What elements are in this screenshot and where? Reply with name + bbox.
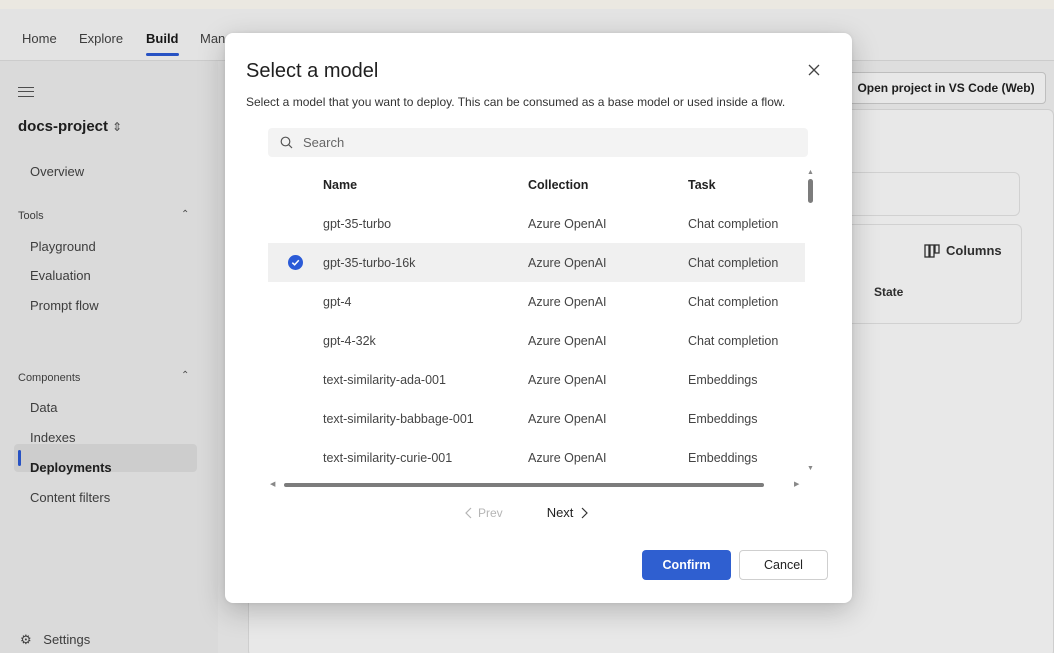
search-box[interactable]	[268, 128, 808, 157]
close-icon	[808, 64, 820, 76]
table-row[interactable]: text-similarity-curie-001 Azure OpenAI E…	[268, 438, 805, 477]
model-name: gpt-35-turbo	[323, 216, 392, 231]
model-name: text-similarity-babbage-001	[323, 411, 474, 426]
pagination: Prev Next	[465, 505, 589, 520]
column-header-name[interactable]: Name	[323, 178, 528, 192]
scroll-up-arrow-icon[interactable]: ▲	[807, 169, 814, 176]
table-row[interactable]: text-similarity-ada-001 Azure OpenAI Emb…	[268, 360, 805, 399]
close-button[interactable]	[803, 59, 825, 81]
model-name: gpt-4	[323, 294, 352, 309]
model-task: Embeddings	[688, 372, 758, 387]
model-collection: Azure OpenAI	[528, 216, 607, 231]
dialog-description: Select a model that you want to deploy. …	[246, 95, 786, 109]
chevron-right-icon	[581, 507, 589, 518]
model-name: gpt-4-32k	[323, 333, 376, 348]
table-row[interactable]: gpt-35-turbo Azure OpenAI Chat completio…	[268, 204, 805, 243]
table-row[interactable]: gpt-4-32k Azure OpenAI Chat completion	[268, 321, 805, 360]
table-row[interactable]: gpt-4 Azure OpenAI Chat completion	[268, 282, 805, 321]
scroll-left-arrow-icon[interactable]: ◀	[270, 480, 275, 488]
table-row-selected[interactable]: gpt-35-turbo-16k Azure OpenAI Chat compl…	[268, 243, 805, 282]
model-table: Name Collection Task gpt-35-turbo Azure …	[268, 165, 808, 483]
model-collection: Azure OpenAI	[528, 333, 607, 348]
model-task: Embeddings	[688, 450, 758, 465]
prev-label: Prev	[478, 505, 503, 520]
row-select-cell[interactable]	[268, 255, 323, 270]
vertical-scroll-thumb[interactable]	[808, 179, 813, 203]
prev-button[interactable]: Prev	[465, 506, 503, 520]
model-collection: Azure OpenAI	[528, 372, 607, 387]
model-task: Chat completion	[688, 216, 779, 231]
column-header-collection[interactable]: Collection	[528, 178, 688, 192]
vertical-scrollbar[interactable]: ▲ ▼	[805, 165, 817, 477]
horizontal-scrollbar[interactable]: ◀ ▶	[268, 479, 803, 491]
model-name: gpt-35-turbo-16k	[323, 255, 416, 270]
model-task: Chat completion	[688, 333, 779, 348]
checkmark-circle-icon	[288, 255, 303, 270]
search-icon	[280, 136, 293, 149]
model-collection: Azure OpenAI	[528, 294, 607, 309]
model-name: text-similarity-ada-001	[323, 372, 446, 387]
horizontal-scroll-thumb[interactable]	[284, 483, 764, 487]
confirm-button[interactable]: Confirm	[642, 550, 731, 580]
model-name: text-similarity-curie-001	[323, 450, 453, 465]
model-task: Chat completion	[688, 294, 779, 309]
column-header-task[interactable]: Task	[688, 178, 805, 192]
search-input[interactable]	[303, 135, 783, 150]
model-collection: Azure OpenAI	[528, 411, 607, 426]
model-collection: Azure OpenAI	[528, 255, 607, 270]
table-header: Name Collection Task	[268, 165, 805, 204]
scroll-down-arrow-icon[interactable]: ▼	[807, 465, 814, 472]
scroll-right-arrow-icon[interactable]: ▶	[794, 480, 799, 488]
dialog-title: Select a model	[246, 60, 379, 82]
next-button[interactable]: Next	[547, 505, 589, 520]
select-model-dialog: Select a model Select a model that you w…	[225, 33, 852, 603]
cancel-button[interactable]: Cancel	[739, 550, 828, 580]
next-label: Next	[546, 505, 574, 520]
model-task: Chat completion	[688, 255, 779, 270]
model-collection: Azure OpenAI	[528, 450, 607, 465]
chevron-left-icon	[465, 507, 472, 518]
model-task: Embeddings	[688, 411, 758, 426]
table-row[interactable]: text-similarity-babbage-001 Azure OpenAI…	[268, 399, 805, 438]
